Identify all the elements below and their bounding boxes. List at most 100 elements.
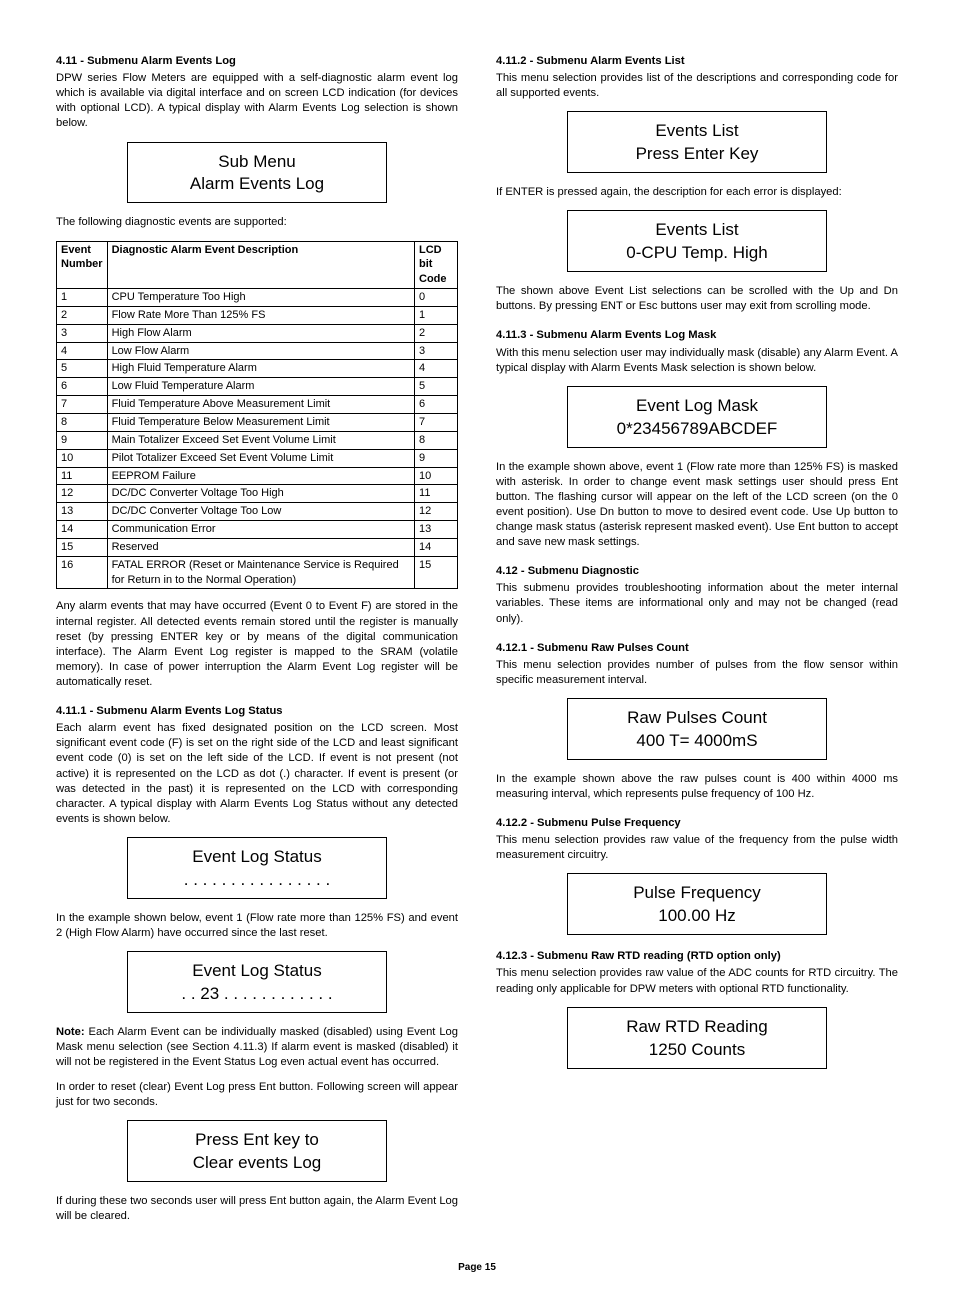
cell-number: 2 xyxy=(57,306,108,324)
lcd-events-list-cpu: Events List 0-CPU Temp. High xyxy=(567,210,827,272)
table-row: 12DC/DC Converter Voltage Too High11 xyxy=(57,485,458,503)
lcd-sub-menu: Sub Menu Alarm Events Log xyxy=(127,142,387,204)
table-row: 15Reserved14 xyxy=(57,538,458,556)
left-column: 4.11 - Submenu Alarm Events Log DPW seri… xyxy=(56,40,458,1235)
lcd-line: Raw Pulses Count xyxy=(572,707,822,730)
two-column-layout: 4.11 - Submenu Alarm Events Log DPW seri… xyxy=(56,40,898,1235)
cell-desc: Fluid Temperature Above Measurement Limi… xyxy=(107,396,414,414)
cell-number: 5 xyxy=(57,360,108,378)
para: The following diagnostic events are supp… xyxy=(56,215,458,230)
para: This menu selection provides raw value o… xyxy=(496,966,898,996)
lcd-raw-pulses: Raw Pulses Count 400 T= 4000mS xyxy=(567,698,827,760)
cell-number: 3 xyxy=(57,324,108,342)
cell-code: 14 xyxy=(415,538,458,556)
lcd-line: . . 23 . . . . . . . . . . . . xyxy=(132,983,382,1006)
cell-code: 7 xyxy=(415,413,458,431)
lcd-line: Press Enter Key xyxy=(572,143,822,166)
note-lead: Note: xyxy=(56,1026,85,1038)
para: In the example shown above, event 1 (Flo… xyxy=(496,460,898,551)
para: In the example shown above the raw pulse… xyxy=(496,772,898,802)
lcd-line: Alarm Events Log xyxy=(132,173,382,196)
cell-code: 13 xyxy=(415,521,458,539)
cell-desc: High Flow Alarm xyxy=(107,324,414,342)
cell-desc: Reserved xyxy=(107,538,414,556)
table-row: 10Pilot Totalizer Exceed Set Event Volum… xyxy=(57,449,458,467)
table-row: 2Flow Rate More Than 125% FS1 xyxy=(57,306,458,324)
cell-code: 2 xyxy=(415,324,458,342)
th-description: Diagnostic Alarm Event Description xyxy=(107,241,414,289)
cell-number: 9 xyxy=(57,431,108,449)
table-row: 5High Fluid Temperature Alarm4 xyxy=(57,360,458,378)
para: With this menu selection user may indivi… xyxy=(496,346,898,376)
heading-4-12-1: 4.12.1 - Submenu Raw Pulses Count xyxy=(496,641,898,656)
heading-4-12: 4.12 - Submenu Diagnostic xyxy=(496,564,898,579)
heading-4-11-3: 4.11.3 - Submenu Alarm Events Log Mask xyxy=(496,328,898,343)
lcd-line: Event Log Mask xyxy=(572,395,822,418)
cell-desc: FATAL ERROR (Reset or Maintenance Servic… xyxy=(107,556,414,589)
lcd-clear-events: Press Ent key to Clear events Log xyxy=(127,1120,387,1182)
cell-desc: DC/DC Converter Voltage Too Low xyxy=(107,503,414,521)
cell-number: 13 xyxy=(57,503,108,521)
cell-code: 1 xyxy=(415,306,458,324)
para: This menu selection provides list of the… xyxy=(496,71,898,101)
table-row: 13DC/DC Converter Voltage Too Low12 xyxy=(57,503,458,521)
para: This menu selection provides number of p… xyxy=(496,658,898,688)
cell-number: 1 xyxy=(57,289,108,307)
lcd-line: Event Log Status xyxy=(132,846,382,869)
cell-number: 4 xyxy=(57,342,108,360)
page-footer: Page 15 xyxy=(56,1261,898,1275)
table-row: 9Main Totalizer Exceed Set Event Volume … xyxy=(57,431,458,449)
lcd-line: 100.00 Hz xyxy=(572,905,822,928)
para: If ENTER is pressed again, the descripti… xyxy=(496,185,898,200)
lcd-line: 1250 Counts xyxy=(572,1039,822,1062)
table-row: 14Communication Error13 xyxy=(57,521,458,539)
th-lcd-code: LCD bitCode xyxy=(415,241,458,289)
lcd-line: Event Log Status xyxy=(132,960,382,983)
cell-desc: Main Totalizer Exceed Set Event Volume L… xyxy=(107,431,414,449)
lcd-pulse-frequency: Pulse Frequency 100.00 Hz xyxy=(567,873,827,935)
para: If during these two seconds user will pr… xyxy=(56,1194,458,1224)
lcd-line: Raw RTD Reading xyxy=(572,1016,822,1039)
heading-4-11: 4.11 - Submenu Alarm Events Log xyxy=(56,54,458,69)
cell-code: 15 xyxy=(415,556,458,589)
cell-code: 5 xyxy=(415,378,458,396)
table-row: 4Low Flow Alarm3 xyxy=(57,342,458,360)
table-row: 3High Flow Alarm2 xyxy=(57,324,458,342)
cell-desc: CPU Temperature Too High xyxy=(107,289,414,307)
cell-code: 0 xyxy=(415,289,458,307)
table-row: 8Fluid Temperature Below Measurement Lim… xyxy=(57,413,458,431)
table-row: 6Low Fluid Temperature Alarm5 xyxy=(57,378,458,396)
cell-number: 11 xyxy=(57,467,108,485)
lcd-line: Press Ent key to xyxy=(132,1129,382,1152)
lcd-line: 0-CPU Temp. High xyxy=(572,242,822,265)
cell-number: 6 xyxy=(57,378,108,396)
th-event-number: EventNumber xyxy=(57,241,108,289)
lcd-raw-rtd: Raw RTD Reading 1250 Counts xyxy=(567,1007,827,1069)
para: Any alarm events that may have occurred … xyxy=(56,599,458,690)
cell-number: 16 xyxy=(57,556,108,589)
events-table: EventNumber Diagnostic Alarm Event Descr… xyxy=(56,241,458,590)
cell-desc: Communication Error xyxy=(107,521,414,539)
lcd-line: . . . . . . . . . . . . . . . . xyxy=(132,869,382,892)
lcd-events-list-enter: Events List Press Enter Key xyxy=(567,111,827,173)
para: The shown above Event List selections ca… xyxy=(496,284,898,314)
note: Note: Each Alarm Event can be individual… xyxy=(56,1025,458,1070)
cell-desc: EEPROM Failure xyxy=(107,467,414,485)
para: In the example shown below, event 1 (Flo… xyxy=(56,911,458,941)
right-column: 4.11.2 - Submenu Alarm Events List This … xyxy=(496,40,898,1235)
lcd-line: Clear events Log xyxy=(132,1152,382,1175)
cell-number: 14 xyxy=(57,521,108,539)
table-row: 7Fluid Temperature Above Measurement Lim… xyxy=(57,396,458,414)
lcd-line: Events List xyxy=(572,120,822,143)
cell-desc: High Fluid Temperature Alarm xyxy=(107,360,414,378)
cell-code: 11 xyxy=(415,485,458,503)
cell-number: 7 xyxy=(57,396,108,414)
cell-desc: Flow Rate More Than 125% FS xyxy=(107,306,414,324)
table-row: 16FATAL ERROR (Reset or Maintenance Serv… xyxy=(57,556,458,589)
cell-number: 8 xyxy=(57,413,108,431)
cell-code: 10 xyxy=(415,467,458,485)
cell-number: 10 xyxy=(57,449,108,467)
heading-4-12-3: 4.12.3 - Submenu Raw RTD reading (RTD op… xyxy=(496,949,898,964)
cell-desc: Pilot Totalizer Exceed Set Event Volume … xyxy=(107,449,414,467)
para: This menu selection provides raw value o… xyxy=(496,833,898,863)
